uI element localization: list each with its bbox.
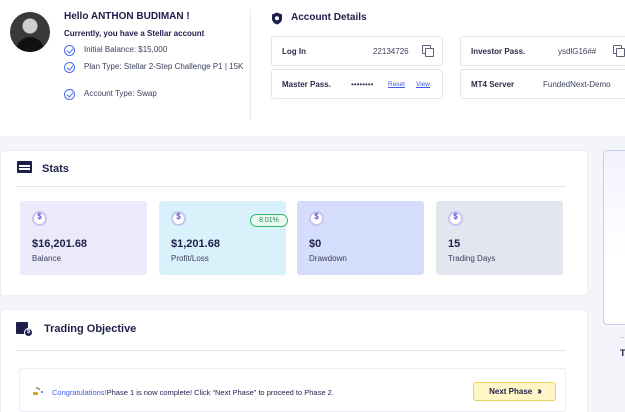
- investor-pass-value: ysdlG16##: [558, 47, 597, 56]
- info-initial-balance: Initial Balance: $15,000: [64, 45, 167, 56]
- check-circle-icon: [64, 45, 75, 56]
- copy-icon[interactable]: [613, 45, 625, 57]
- stat-amount: $0: [309, 238, 322, 250]
- greeting: Hello ANTHON BUDIMAN !: [64, 11, 190, 22]
- trading-objective-card: $ Trading Objective Congratulations!Phas…: [0, 309, 588, 412]
- login-label: Log In: [282, 47, 306, 56]
- master-pass-value: ••••••••: [351, 80, 374, 89]
- login-value: 22134726: [373, 47, 409, 56]
- dollar-coin-icon: [171, 211, 186, 226]
- copy-icon[interactable]: [422, 45, 434, 57]
- stat-amount: $16,201.68: [32, 238, 88, 250]
- stat-label: Profit/Loss: [171, 254, 209, 263]
- mt4-server-label: MT4 Server: [471, 80, 515, 89]
- check-circle-icon: [64, 62, 75, 73]
- profit-percent-badge: 8.01%: [250, 214, 288, 227]
- dollar-coin-icon: [309, 211, 324, 226]
- master-pass-field: Master Pass. •••••••• Reset View: [271, 69, 443, 99]
- reset-link[interactable]: Reset: [388, 81, 405, 88]
- stat-amount: 15: [448, 238, 461, 250]
- party-popper-icon: [33, 386, 44, 396]
- master-pass-label: Master Pass.: [282, 80, 331, 89]
- view-link[interactable]: View: [416, 81, 430, 88]
- info-plan-type: Plan Type: Stellar 2-Step Challenge P1 |…: [64, 62, 243, 73]
- mt4-server-field: MT4 Server FundedNext-Demo: [460, 69, 625, 99]
- account-details-title: Account Details: [291, 12, 367, 23]
- stats-card: Stats $16,201.68 Balance 8.01% $1,201.68…: [0, 150, 588, 296]
- side-panel-heading: T: [620, 348, 625, 358]
- account-subtitle: Currently, you have a Stellar account: [64, 29, 205, 38]
- stat-amount: $1,201.68: [171, 238, 220, 250]
- congrats-highlight: Congratulations!: [52, 388, 107, 397]
- account-header: Hello ANTHON BUDIMAN ! Currently, you ha…: [0, 0, 625, 136]
- double-chevron-right-icon: ››: [537, 386, 541, 397]
- calendar-dollar-icon: $: [16, 320, 33, 337]
- side-panel: [603, 150, 625, 325]
- stats-divider: [17, 186, 566, 187]
- stat-balance: $16,201.68 Balance: [20, 201, 147, 275]
- next-phase-label: Next Phase: [489, 387, 533, 396]
- stat-label: Trading Days: [448, 254, 496, 263]
- side-panel-dash: --: [620, 335, 624, 341]
- phase-complete-message: Congratulations!Phase 1 is now complete!…: [52, 388, 334, 397]
- objective-divider: [17, 350, 566, 351]
- login-field: Log In 22134726: [271, 36, 443, 66]
- stat-profit-loss: 8.01% $1,201.68 Profit/Loss: [159, 201, 288, 275]
- shield-icon: [272, 12, 282, 25]
- mt4-server-value: FundedNext-Demo: [543, 80, 611, 89]
- investor-pass-field: Investor Pass. ysdlG16##: [460, 36, 625, 66]
- dollar-coin-icon: [448, 211, 463, 226]
- phase-complete-banner: Congratulations!Phase 1 is now complete!…: [19, 368, 566, 412]
- check-circle-icon: [64, 89, 75, 100]
- investor-pass-label: Investor Pass.: [471, 47, 526, 56]
- next-phase-button[interactable]: Next Phase ››: [473, 382, 556, 401]
- header-divider: [250, 10, 251, 120]
- trading-objective-title: Trading Objective: [44, 323, 137, 335]
- stat-trading-days: 15 Trading Days: [436, 201, 563, 275]
- congrats-text: Phase 1 is now complete! Click “Next Pha…: [106, 388, 334, 397]
- stat-drawdown: $0 Drawdown: [297, 201, 424, 275]
- info-account-type: Account Type: Swap: [64, 89, 157, 100]
- stat-label: Drawdown: [309, 254, 347, 263]
- stat-label: Balance: [32, 254, 61, 263]
- stats-title: Stats: [42, 163, 69, 175]
- avatar[interactable]: [10, 12, 50, 52]
- stats-icon: [17, 161, 32, 173]
- dollar-coin-icon: [32, 211, 47, 226]
